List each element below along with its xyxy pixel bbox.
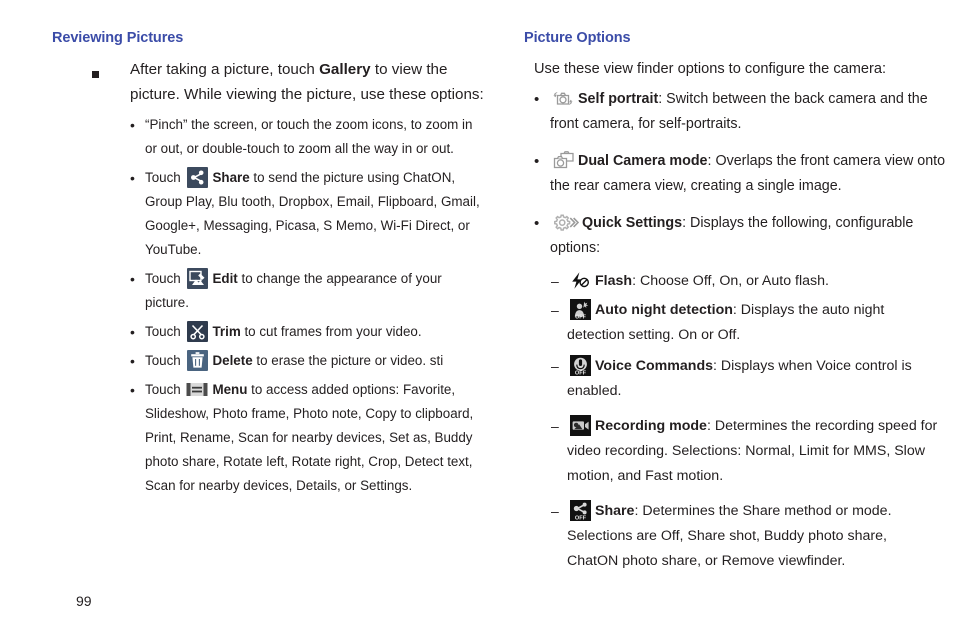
main-bullet-text: After taking a picture, touch Gallery to… xyxy=(122,57,484,107)
dot-bullet-marker: • xyxy=(534,215,540,232)
sub-list-item-body: Flash: Choose Off, On, or Auto flash. xyxy=(565,269,829,294)
share-icon xyxy=(187,167,209,188)
list-item-bold: Delete xyxy=(212,353,253,368)
list-item-lead: Touch xyxy=(145,170,185,185)
main-bullet-item: After taking a picture, touch Gallery to… xyxy=(52,57,484,107)
delete-icon xyxy=(187,350,209,371)
dot-bullet-marker: • xyxy=(130,382,135,398)
list-item-bold: Share xyxy=(212,170,250,185)
sub-list-item-bold: Auto night detection xyxy=(595,302,733,318)
quick-settings-sub-list: – Flash: Choose Off, On, or Auto flash. … xyxy=(524,269,954,574)
svg-text:OFF: OFF xyxy=(575,371,587,376)
quick-settings-icon xyxy=(551,212,579,233)
right-column: Picture Options Use these view finder op… xyxy=(524,30,954,584)
self-portrait-icon xyxy=(551,88,575,109)
list-item-bold: Dual Camera mode xyxy=(578,153,708,169)
dot-bullet-marker: • xyxy=(130,117,135,133)
dot-bullet-marker: • xyxy=(534,91,540,108)
list-item-bold: Self portrait xyxy=(578,91,659,107)
list-item-lead: Touch xyxy=(145,271,185,286)
sub-list-item-body: OFF Auto night detection: Displays the au… xyxy=(565,298,942,348)
main-bullet-bold: Gallery xyxy=(319,61,371,78)
svg-text:OFF: OFF xyxy=(575,516,587,521)
section-heading-picture-options: Picture Options xyxy=(524,30,631,46)
list-item-bold: Menu xyxy=(212,382,248,397)
sub-list-item: – Flash: Choose Off, On, or Auto flash. xyxy=(524,269,954,294)
list-item: • Touch Menu to access added options: Fa… xyxy=(52,378,484,498)
sub-list-item: – Recording mode: Determines the recordi… xyxy=(524,414,954,489)
flash-icon xyxy=(568,270,592,291)
list-item-lead: Touch xyxy=(145,382,185,397)
dash-bullet-marker: – xyxy=(551,503,559,519)
dual-camera-icon xyxy=(551,150,575,171)
sub-list-item: – OFF Auto night detection: Displays the … xyxy=(524,298,954,348)
dot-bullet-marker: • xyxy=(534,153,540,170)
voice-commands-icon: OFF xyxy=(570,355,591,376)
dot-bullet-marker: • xyxy=(130,271,135,287)
section-heading-reviewing-pictures: Reviewing Pictures xyxy=(52,30,184,46)
left-column: Reviewing Pictures After taking a pictur… xyxy=(52,30,484,584)
sub-list-item: – OFF Share: Determines the Share method … xyxy=(524,499,954,574)
sub-list-item-bold: Voice Commands xyxy=(595,358,713,374)
list-item: • Touch Trim to cut frames from your vid… xyxy=(52,320,484,344)
sub-list-item-body: OFF Share: Determines the Share method or… xyxy=(565,499,942,574)
list-item-text: to cut frames from your video. xyxy=(240,324,422,339)
sub-list-item-bold: Share xyxy=(595,503,635,519)
menu-icon xyxy=(185,379,209,400)
list-item-lead: Touch xyxy=(145,324,185,339)
dot-bullet-marker: • xyxy=(130,353,135,369)
dot-bullet-marker: • xyxy=(130,170,135,186)
list-item: • Quick Settings: Displays the following… xyxy=(524,211,954,261)
list-item: • Touch Delete to erase the picture or v… xyxy=(52,349,484,373)
left-options-list: • “Pinch” the screen, or touch the zoom … xyxy=(52,113,484,498)
sub-list-item-body: Recording mode: Determines the recording… xyxy=(565,414,942,489)
list-item-body: Self portrait: Switch between the back c… xyxy=(546,87,950,137)
sub-list-item-text: : Choose Off, On, or Auto flash. xyxy=(632,273,829,289)
list-item: • Touch Edit to change the appearance of… xyxy=(52,267,484,315)
list-item-bold: Trim xyxy=(212,324,241,339)
list-item-body: Quick Settings: Displays the following, … xyxy=(546,211,954,261)
list-item-body: Touch Menu to access added options: Favo… xyxy=(140,378,480,498)
list-item-body: Touch Delete to erase the picture or vid… xyxy=(140,349,443,373)
list-item: • Dual Camera mode: Overlaps the front c… xyxy=(524,149,954,199)
list-item-lead: Touch xyxy=(145,353,185,368)
auto-night-detection-icon: OFF xyxy=(570,299,591,320)
dot-bullet-marker: • xyxy=(130,324,135,340)
page-number: 99 xyxy=(76,593,92,609)
recording-mode-icon xyxy=(570,415,591,436)
list-item: • Touch Share to send the picture using … xyxy=(52,166,484,262)
dash-bullet-marker: – xyxy=(551,273,559,289)
list-item-body: “Pinch” the screen, or touch the zoom ic… xyxy=(140,113,480,161)
list-item-body: Dual Camera mode: Overlaps the front cam… xyxy=(546,149,950,199)
list-item: • “Pinch” the screen, or touch the zoom … xyxy=(52,113,484,161)
dash-bullet-marker: – xyxy=(551,302,559,318)
sub-list-item-body: OFF Voice Commands: Displays when Voice c… xyxy=(565,354,942,404)
two-column-body: Reviewing Pictures After taking a pictur… xyxy=(0,0,954,584)
list-item-body: Touch Trim to cut frames from your video… xyxy=(140,320,422,344)
list-item-bold: Edit xyxy=(212,271,238,286)
dash-bullet-marker: – xyxy=(551,418,559,434)
dash-bullet-marker: – xyxy=(551,358,559,374)
list-item-text: to erase the picture or video. sti xyxy=(252,353,444,368)
sub-list-item: – OFF Voice Commands: Displays when Voice… xyxy=(524,354,954,404)
trim-icon xyxy=(187,321,209,342)
sub-list-item-bold: Recording mode xyxy=(595,418,707,434)
list-item-body: Touch Edit to change the appearance of y… xyxy=(140,267,480,315)
list-item-body: Touch Share to send the picture using Ch… xyxy=(140,166,480,262)
picture-options-list: • Self portrait: Switch between the back… xyxy=(524,87,954,261)
share-mode-icon: OFF xyxy=(570,500,591,521)
picture-options-intro: Use these view finder options to configu… xyxy=(534,61,887,77)
list-item-text: “Pinch” the screen, or touch the zoom ic… xyxy=(145,117,473,156)
manual-page: Reviewing Pictures After taking a pictur… xyxy=(0,0,954,636)
edit-icon xyxy=(187,268,209,289)
list-item: • Self portrait: Switch between the back… xyxy=(524,87,954,137)
sub-list-item-bold: Flash xyxy=(595,273,633,289)
list-item-bold: Quick Settings xyxy=(582,215,683,231)
main-bullet-lead: After taking a picture, touch xyxy=(130,61,320,78)
square-bullet-marker xyxy=(52,57,122,107)
svg-text:OFF: OFF xyxy=(575,314,586,320)
